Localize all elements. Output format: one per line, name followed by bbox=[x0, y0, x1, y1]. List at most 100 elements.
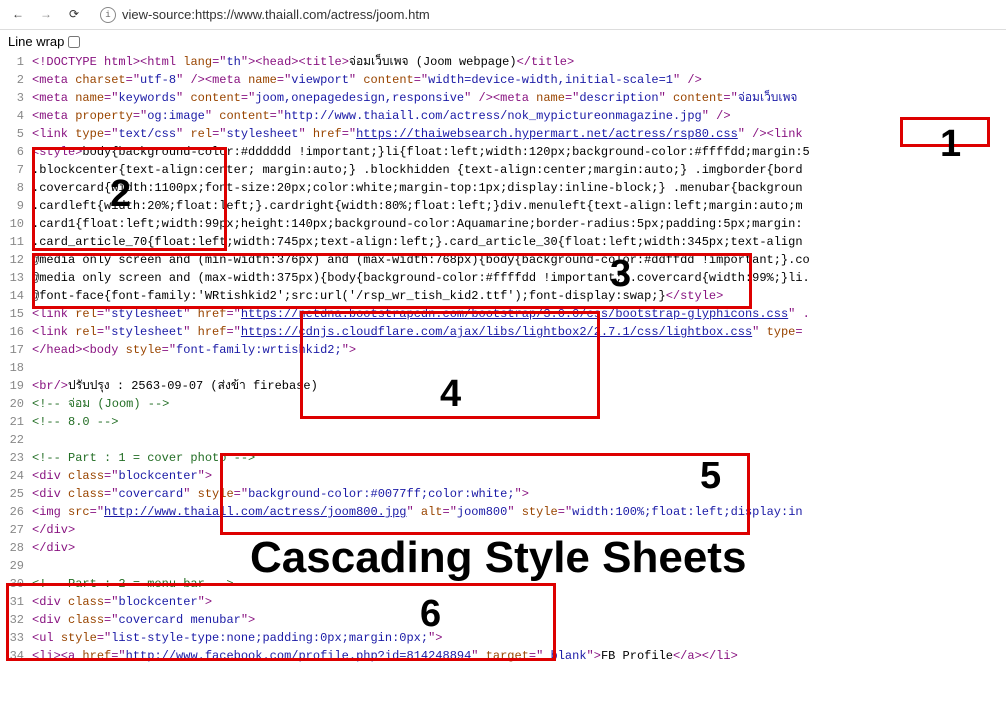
line-content[interactable]: .cardleft{width:20%;float:left;}.cardrig… bbox=[32, 197, 1006, 215]
source-link[interactable]: http://www.thaiall.com/actress/joom800.j… bbox=[104, 505, 406, 519]
source-line: 16<link rel="stylesheet" href="https://c… bbox=[0, 323, 1006, 341]
source-line: 1<!DOCTYPE html><html lang="th"><head><t… bbox=[0, 53, 1006, 71]
source-line: 18 bbox=[0, 359, 1006, 377]
source-line: 20<!-- จ่อม (Joom) --> bbox=[0, 395, 1006, 413]
linewrap-checkbox[interactable] bbox=[68, 36, 80, 48]
source-link[interactable]: https://cdnjs.cloudflare.com/ajax/libs/l… bbox=[241, 325, 752, 339]
line-number: 13 bbox=[0, 269, 32, 287]
source-line: 9.cardleft{width:20%;float:left;}.cardri… bbox=[0, 197, 1006, 215]
line-number: 16 bbox=[0, 323, 32, 341]
address-bar[interactable]: i view-source:https://www.thaiall.com/ac… bbox=[92, 5, 998, 25]
site-info-icon[interactable]: i bbox=[100, 7, 116, 23]
line-content[interactable]: <link rel="stylesheet" href="https://net… bbox=[32, 305, 1006, 323]
line-number: 12 bbox=[0, 251, 32, 269]
line-content[interactable]: .covercard{width:1100px;font-size:20px;c… bbox=[32, 179, 1006, 197]
forward-button[interactable]: → bbox=[36, 5, 56, 25]
line-number: 29 bbox=[0, 557, 32, 575]
source-line: 13@media only screen and (max-width:375p… bbox=[0, 269, 1006, 287]
line-number: 2 bbox=[0, 71, 32, 89]
line-content[interactable]: <meta charset="utf-8" /><meta name="view… bbox=[32, 71, 1006, 89]
line-content[interactable]: .card_article_70{float:left;width:745px;… bbox=[32, 233, 1006, 251]
source-line: 22 bbox=[0, 431, 1006, 449]
browser-toolbar: ← → ⟳ i view-source:https://www.thaiall.… bbox=[0, 0, 1006, 30]
source-link[interactable]: https://thaiwebsearch.hypermart.net/actr… bbox=[356, 127, 738, 141]
line-content[interactable]: <div class="blockcenter"> bbox=[32, 467, 1006, 485]
line-number: 10 bbox=[0, 215, 32, 233]
line-content[interactable]: <!-- 8.0 --> bbox=[32, 413, 1006, 431]
line-number: 31 bbox=[0, 593, 32, 611]
line-number: 6 bbox=[0, 143, 32, 161]
source-line: 23<!-- Part : 1 = cover photo --> bbox=[0, 449, 1006, 467]
source-line: 25<div class="covercard" style="backgrou… bbox=[0, 485, 1006, 503]
source-line: 6<style>body{background-color:#dddddd !i… bbox=[0, 143, 1006, 161]
line-number: 5 bbox=[0, 125, 32, 143]
line-content[interactable]: <link rel="stylesheet" href="https://cdn… bbox=[32, 323, 1006, 341]
source-line: 30<!-- Part : 2 = menu bar --> bbox=[0, 575, 1006, 593]
line-content[interactable]: <!-- Part : 2 = menu bar --> bbox=[32, 575, 1006, 593]
line-number: 21 bbox=[0, 413, 32, 431]
line-number: 1 bbox=[0, 53, 32, 71]
line-content[interactable]: </head><body style="font-family:wrtishki… bbox=[32, 341, 1006, 359]
line-content[interactable]: @media only screen and (min-width:376px)… bbox=[32, 251, 1006, 269]
source-line: 34<li><a href="http://www.facebook.com/p… bbox=[0, 647, 1006, 665]
source-link[interactable]: https://netdna.bootstrapcdn.com/bootstra… bbox=[241, 307, 788, 321]
line-content[interactable]: <div class="covercard" style="background… bbox=[32, 485, 1006, 503]
line-content[interactable]: <img src="http://www.thaiall.com/actress… bbox=[32, 503, 1006, 521]
line-number: 20 bbox=[0, 395, 32, 413]
line-number: 11 bbox=[0, 233, 32, 251]
source-line: 26<img src="http://www.thaiall.com/actre… bbox=[0, 503, 1006, 521]
reload-button[interactable]: ⟳ bbox=[64, 5, 84, 25]
line-content[interactable]: <!-- Part : 1 = cover photo --> bbox=[32, 449, 1006, 467]
source-line: 8.covercard{width:1100px;font-size:20px;… bbox=[0, 179, 1006, 197]
url-text: view-source:https://www.thaiall.com/actr… bbox=[122, 7, 430, 22]
line-number: 18 bbox=[0, 359, 32, 377]
source-line: 11.card_article_70{float:left;width:745p… bbox=[0, 233, 1006, 251]
source-view: 1 2 3 4 5 Cascading Style Sheets 6 1<!DO… bbox=[0, 53, 1006, 665]
source-line: 31<div class="blockcenter"> bbox=[0, 593, 1006, 611]
line-content[interactable]: <div class="blockcenter"> bbox=[32, 593, 1006, 611]
source-line: 15<link rel="stylesheet" href="https://n… bbox=[0, 305, 1006, 323]
line-content[interactable]: </div> bbox=[32, 539, 1006, 557]
line-number: 24 bbox=[0, 467, 32, 485]
line-number: 7 bbox=[0, 161, 32, 179]
line-number: 9 bbox=[0, 197, 32, 215]
line-number: 8 bbox=[0, 179, 32, 197]
source-line: 21<!-- 8.0 --> bbox=[0, 413, 1006, 431]
line-number: 19 bbox=[0, 377, 32, 395]
source-line: 7.blockcenter{text-align:center; margin:… bbox=[0, 161, 1006, 179]
line-number: 17 bbox=[0, 341, 32, 359]
source-line: 33<ul style="list-style-type:none;paddin… bbox=[0, 629, 1006, 647]
line-content[interactable]: <link type="text/css" rel="stylesheet" h… bbox=[32, 125, 1006, 143]
line-number: 33 bbox=[0, 629, 32, 647]
line-number: 25 bbox=[0, 485, 32, 503]
source-line: 19<br/>ปรับปรุง : 2563-09-07 (ส่งข้า fir… bbox=[0, 377, 1006, 395]
line-content[interactable]: <meta name="keywords" content="joom,onep… bbox=[32, 89, 1006, 107]
source-link[interactable]: http://www.facebook.com/profile.php?id=8… bbox=[126, 649, 472, 663]
line-number: 14 bbox=[0, 287, 32, 305]
line-content[interactable]: <ul style="list-style-type:none;padding:… bbox=[32, 629, 1006, 647]
line-content[interactable]: .blockcenter{text-align:center; margin:a… bbox=[32, 161, 1006, 179]
line-content[interactable]: .card1{float:left;width:99px;height:140p… bbox=[32, 215, 1006, 233]
line-content[interactable]: @font-face{font-family:'WRtishkid2';src:… bbox=[32, 287, 1006, 305]
source-line: 17</head><body style="font-family:wrtish… bbox=[0, 341, 1006, 359]
source-line: 29 bbox=[0, 557, 1006, 575]
line-content[interactable]: <li><a href="http://www.facebook.com/pro… bbox=[32, 647, 1006, 665]
line-number: 26 bbox=[0, 503, 32, 521]
line-content[interactable]: </div> bbox=[32, 521, 1006, 539]
line-content[interactable]: <style>body{background-color:#dddddd !im… bbox=[32, 143, 1006, 161]
line-content[interactable]: <!-- จ่อม (Joom) --> bbox=[32, 395, 1006, 413]
source-line: 4<meta property="og:image" content="http… bbox=[0, 107, 1006, 125]
back-button[interactable]: ← bbox=[8, 5, 28, 25]
source-line: 3<meta name="keywords" content="joom,one… bbox=[0, 89, 1006, 107]
line-content[interactable]: <br/>ปรับปรุง : 2563-09-07 (ส่งข้า fireb… bbox=[32, 377, 1006, 395]
line-content[interactable]: <!DOCTYPE html><html lang="th"><head><ti… bbox=[32, 53, 1006, 71]
source-line: 24<div class="blockcenter"> bbox=[0, 467, 1006, 485]
line-number: 3 bbox=[0, 89, 32, 107]
line-content[interactable]: <div class="covercard menubar"> bbox=[32, 611, 1006, 629]
source-line: 27</div> bbox=[0, 521, 1006, 539]
line-content[interactable]: @media only screen and (max-width:375px)… bbox=[32, 269, 1006, 287]
line-number: 23 bbox=[0, 449, 32, 467]
linewrap-label: Line wrap bbox=[8, 34, 64, 49]
linewrap-bar: Line wrap bbox=[0, 30, 1006, 53]
line-content[interactable]: <meta property="og:image" content="http:… bbox=[32, 107, 1006, 125]
